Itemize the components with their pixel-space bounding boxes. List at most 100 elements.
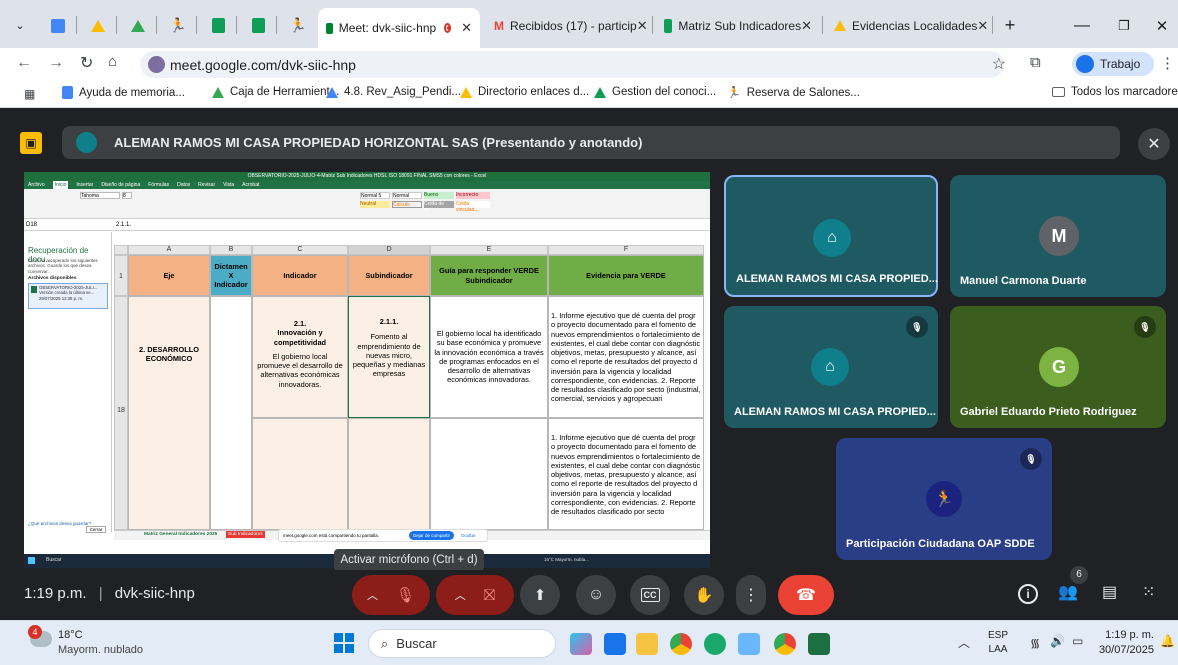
url-input[interactable]: meet.google.com/dvk-siic-hnp ☆: [140, 51, 1006, 78]
cell-evidencia[interactable]: 1. Informe ejecutivo que dé cuenta del p…: [548, 296, 704, 418]
pinned-tab-sheets[interactable]: [204, 9, 232, 42]
pinned-tab-drive-2[interactable]: [124, 9, 152, 42]
captions-button[interactable]: CC: [630, 575, 670, 615]
all-bookmarks[interactable]: Todos los marcadores: [1052, 86, 1178, 98]
home-icon[interactable]: ⌂: [108, 53, 117, 70]
header-dictamen[interactable]: Dictamen X Indicador: [210, 255, 252, 296]
close-window-button[interactable]: ✕: [1148, 9, 1176, 42]
weather-widget[interactable]: 4 18°C Mayorm. nublado: [28, 625, 170, 659]
bookmark-1[interactable]: Ayuda de memoria...: [62, 86, 185, 99]
cell-eje[interactable]: 2. DESARROLLO ECONÓMICO: [128, 296, 210, 530]
participant-tile-2[interactable]: M Manuel Carmona Duarte: [950, 175, 1166, 297]
new-tab-button[interactable]: +: [996, 9, 1024, 42]
participant-tile-4[interactable]: 🎙 G Gabriel Eduardo Prieto Rodriguez: [950, 306, 1166, 428]
header-indicador[interactable]: Indicador: [252, 255, 348, 296]
notification-bell-icon[interactable]: 🔔: [1160, 634, 1175, 648]
tab-search-button[interactable]: ⌄: [6, 9, 34, 42]
back-icon[interactable]: ←: [16, 54, 32, 72]
battery-icon[interactable]: ▭: [1072, 634, 1083, 648]
extensions-icon[interactable]: ⧉: [1030, 54, 1041, 71]
sheet-tab-matriz[interactable]: Matriz General Indicadores 2025: [144, 532, 217, 537]
volume-icon[interactable]: 🔊: [1050, 634, 1065, 648]
recovered-file-item[interactable]: OBSERVATORIO-2025-JULI... Versión creada…: [28, 283, 108, 309]
camera-toggle-button[interactable]: ︿ ⛝: [436, 575, 514, 615]
participant-tile-3[interactable]: 🎙 ⌂ ALEMAN RAMOS MI CASA PROPIED...: [724, 306, 938, 428]
cell-indicador[interactable]: 2.1. Innovación y competitividad El gobi…: [252, 296, 348, 418]
chat-icon[interactable]: ▤: [1102, 582, 1117, 602]
more-options-button[interactable]: ⋮: [736, 575, 766, 615]
people-button[interactable]: 👥 6: [1058, 566, 1088, 602]
stop-presenting-icon[interactable]: ▣: [20, 132, 42, 154]
chevron-up-icon[interactable]: ︿: [958, 634, 970, 651]
header-guia[interactable]: Guía para responder VERDE Subindicador: [430, 255, 548, 296]
tab-matriz[interactable]: Matriz Sub Indicadores ✕: [656, 9, 820, 42]
reload-icon[interactable]: ↻: [80, 53, 93, 73]
font-size-field[interactable]: 8: [122, 192, 132, 199]
cell-dictamen[interactable]: [210, 296, 252, 530]
chrome-profile-icon[interactable]: [774, 633, 796, 655]
chevron-up-icon[interactable]: ︿: [455, 587, 466, 603]
close-tab-icon[interactable]: ✕: [977, 18, 988, 34]
search-box[interactable]: ⌕ Buscar: [368, 629, 556, 658]
leave-call-button[interactable]: ☎: [778, 575, 834, 615]
pinned-tab-drive[interactable]: [84, 9, 112, 42]
pinned-tab-person[interactable]: 🏃: [164, 9, 192, 42]
bookmark-2[interactable]: Caja de Herramient...: [212, 86, 339, 98]
tab-meet[interactable]: Meet: dvk-siic-hnp ✕: [318, 8, 480, 48]
minimize-button[interactable]: —: [1068, 9, 1096, 42]
notepad-icon[interactable]: [738, 633, 760, 655]
header-eje[interactable]: Eje: [128, 255, 210, 296]
font-name-field[interactable]: Tahoma: [80, 192, 120, 199]
pin-off-icon[interactable]: ✕: [1138, 128, 1170, 160]
tab-evidencias[interactable]: Evidencias Localidades ✕: [826, 9, 990, 42]
cell-subindicador[interactable]: 2.1.1. Fomento al emprendimiento de nuev…: [348, 296, 430, 418]
clock[interactable]: 1:19 p. m. 30/07/2025: [1096, 628, 1154, 658]
wifi-icon[interactable]: ᯾: [1030, 634, 1040, 651]
participant-tile-5[interactable]: 🎙 🏃 Participación Ciudadana OAP SDDE: [836, 438, 1052, 560]
raise-hand-button[interactable]: ✋: [684, 575, 724, 615]
hide-button[interactable]: Ocultar: [461, 530, 476, 541]
copilot-icon[interactable]: [570, 633, 592, 655]
close-tab-icon[interactable]: ✕: [637, 18, 648, 34]
pinned-tab-calendar[interactable]: [44, 9, 72, 42]
header-evidencia[interactable]: Evidencia para VERDE: [548, 255, 704, 296]
formula-input[interactable]: 2.1.1.: [116, 220, 131, 231]
bookmark-star-icon[interactable]: ☆: [992, 54, 1006, 74]
bookmark-5[interactable]: Gestion del conoci...: [594, 86, 716, 98]
bookmark-4[interactable]: Directorio enlaces d...: [460, 86, 589, 98]
file-explorer-icon[interactable]: [636, 633, 658, 655]
store-icon[interactable]: [604, 633, 626, 655]
chevron-up-icon[interactable]: ︿: [367, 587, 378, 603]
participant-tile-1[interactable]: ⌂ ALEMAN RAMOS MI CASA PROPIED...: [724, 175, 938, 297]
chrome-icon[interactable]: [670, 633, 692, 655]
apps-grid-icon[interactable]: ▦: [24, 87, 35, 101]
site-info-icon[interactable]: [148, 56, 165, 73]
bookmark-6[interactable]: 🏃 Reserva de Salones...: [727, 86, 860, 100]
name-box[interactable]: D18: [26, 220, 56, 231]
activities-icon[interactable]: ⁙: [1142, 582, 1155, 602]
sheet-tab-sub[interactable]: Sub Indicadores: [226, 531, 265, 538]
header-subindicador[interactable]: Subindicador: [348, 255, 430, 296]
reactions-button[interactable]: ☺: [576, 575, 616, 615]
start-button[interactable]: [334, 633, 354, 653]
pinned-tab-sheets-2[interactable]: [244, 9, 272, 42]
whatsapp-icon[interactable]: [704, 633, 726, 655]
bookmark-3[interactable]: 4.8. Rev_Asig_Pendi...: [326, 86, 461, 98]
cell-guia[interactable]: El gobierno local ha identificado su bas…: [430, 296, 548, 418]
cell-evidencia-2[interactable]: 1. Informe ejecutivo que dé cuenta del p…: [548, 418, 704, 530]
present-screen-button[interactable]: ⬆: [520, 575, 560, 615]
menu-kebab-icon[interactable]: ⋮: [1160, 54, 1175, 72]
recovery-close-button[interactable]: Cerrar: [86, 526, 106, 533]
profile-button[interactable]: Trabajo: [1072, 52, 1154, 76]
tab-gmail[interactable]: M Recibidos (17) - particip ✕: [486, 9, 650, 42]
close-tab-icon[interactable]: ✕: [801, 18, 812, 34]
mic-toggle-button[interactable]: ︿ 🎙: [352, 575, 430, 615]
restore-button[interactable]: ❐: [1110, 9, 1138, 42]
meeting-details-icon[interactable]: i: [1018, 584, 1038, 604]
stop-sharing-button[interactable]: Dejar de compartir: [409, 531, 455, 540]
excel-icon[interactable]: [808, 633, 830, 655]
language-indicator[interactable]: ESP LAA: [988, 629, 1008, 657]
forward-icon[interactable]: →: [48, 54, 64, 72]
close-tab-icon[interactable]: ✕: [461, 20, 472, 36]
pinned-tab-person-2[interactable]: 🏃: [284, 9, 312, 42]
